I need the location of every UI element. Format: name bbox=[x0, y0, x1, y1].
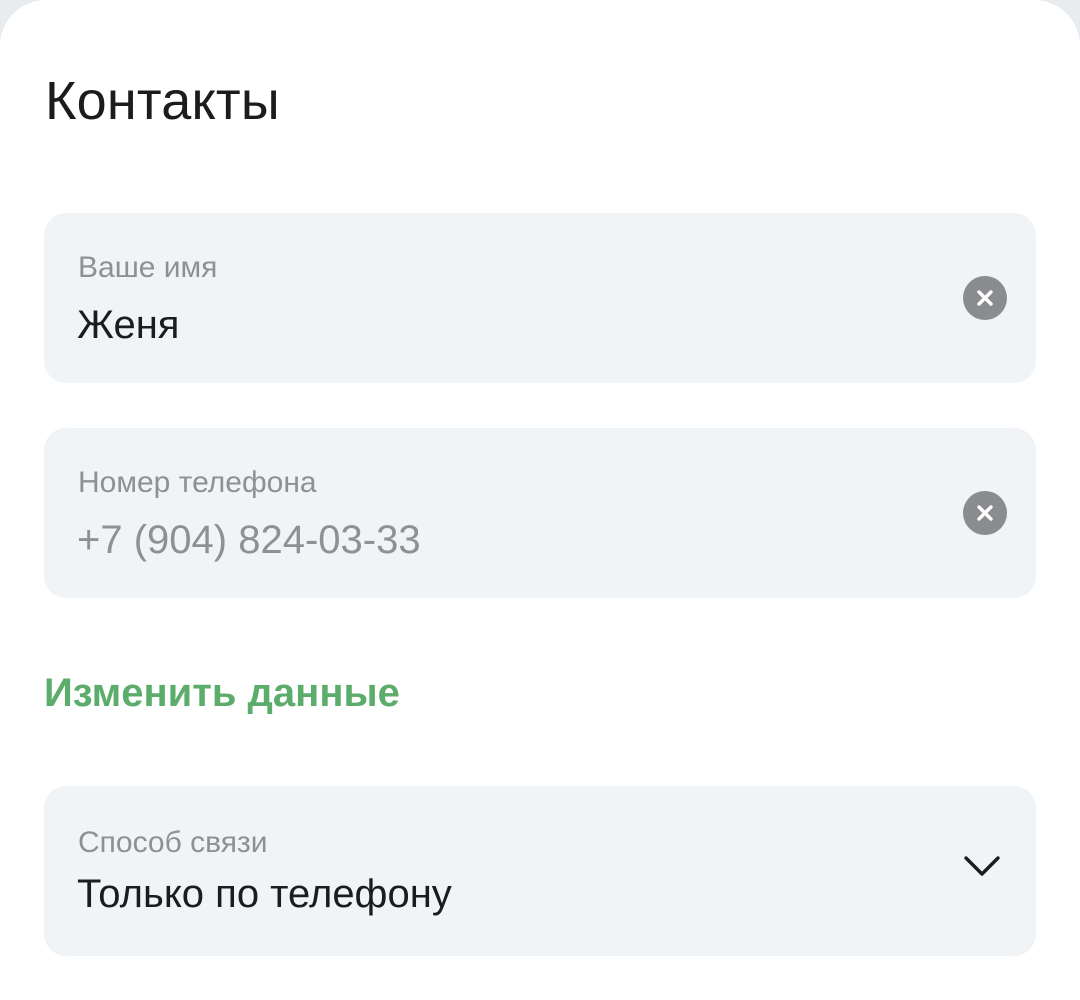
contacts-sheet: Контакты Ваше имя Женя Номер телефона +7… bbox=[0, 0, 1080, 1000]
phone-field-value[interactable]: +7 (904) 824-03-33 bbox=[77, 518, 421, 563]
chevron-down-icon[interactable] bbox=[962, 852, 1002, 880]
clear-circle-icon bbox=[977, 505, 993, 521]
section-title: Контакты bbox=[45, 71, 280, 131]
name-field[interactable]: Ваше имя Женя bbox=[44, 213, 1036, 383]
contact-method-label: Способ связи bbox=[78, 826, 268, 859]
phone-field-label: Номер телефона bbox=[78, 466, 317, 499]
clear-name-button[interactable] bbox=[963, 276, 1007, 320]
clear-circle-icon bbox=[977, 290, 993, 306]
contact-method-value[interactable]: Только по телефону bbox=[77, 872, 452, 917]
clear-phone-button[interactable] bbox=[963, 491, 1007, 535]
contact-method-select[interactable]: Способ связи Только по телефону bbox=[44, 786, 1036, 956]
name-field-value[interactable]: Женя bbox=[77, 303, 179, 348]
edit-data-link[interactable]: Изменить данные bbox=[44, 671, 400, 716]
phone-field[interactable]: Номер телефона +7 (904) 824-03-33 bbox=[44, 428, 1036, 598]
name-field-label: Ваше имя bbox=[78, 251, 218, 284]
